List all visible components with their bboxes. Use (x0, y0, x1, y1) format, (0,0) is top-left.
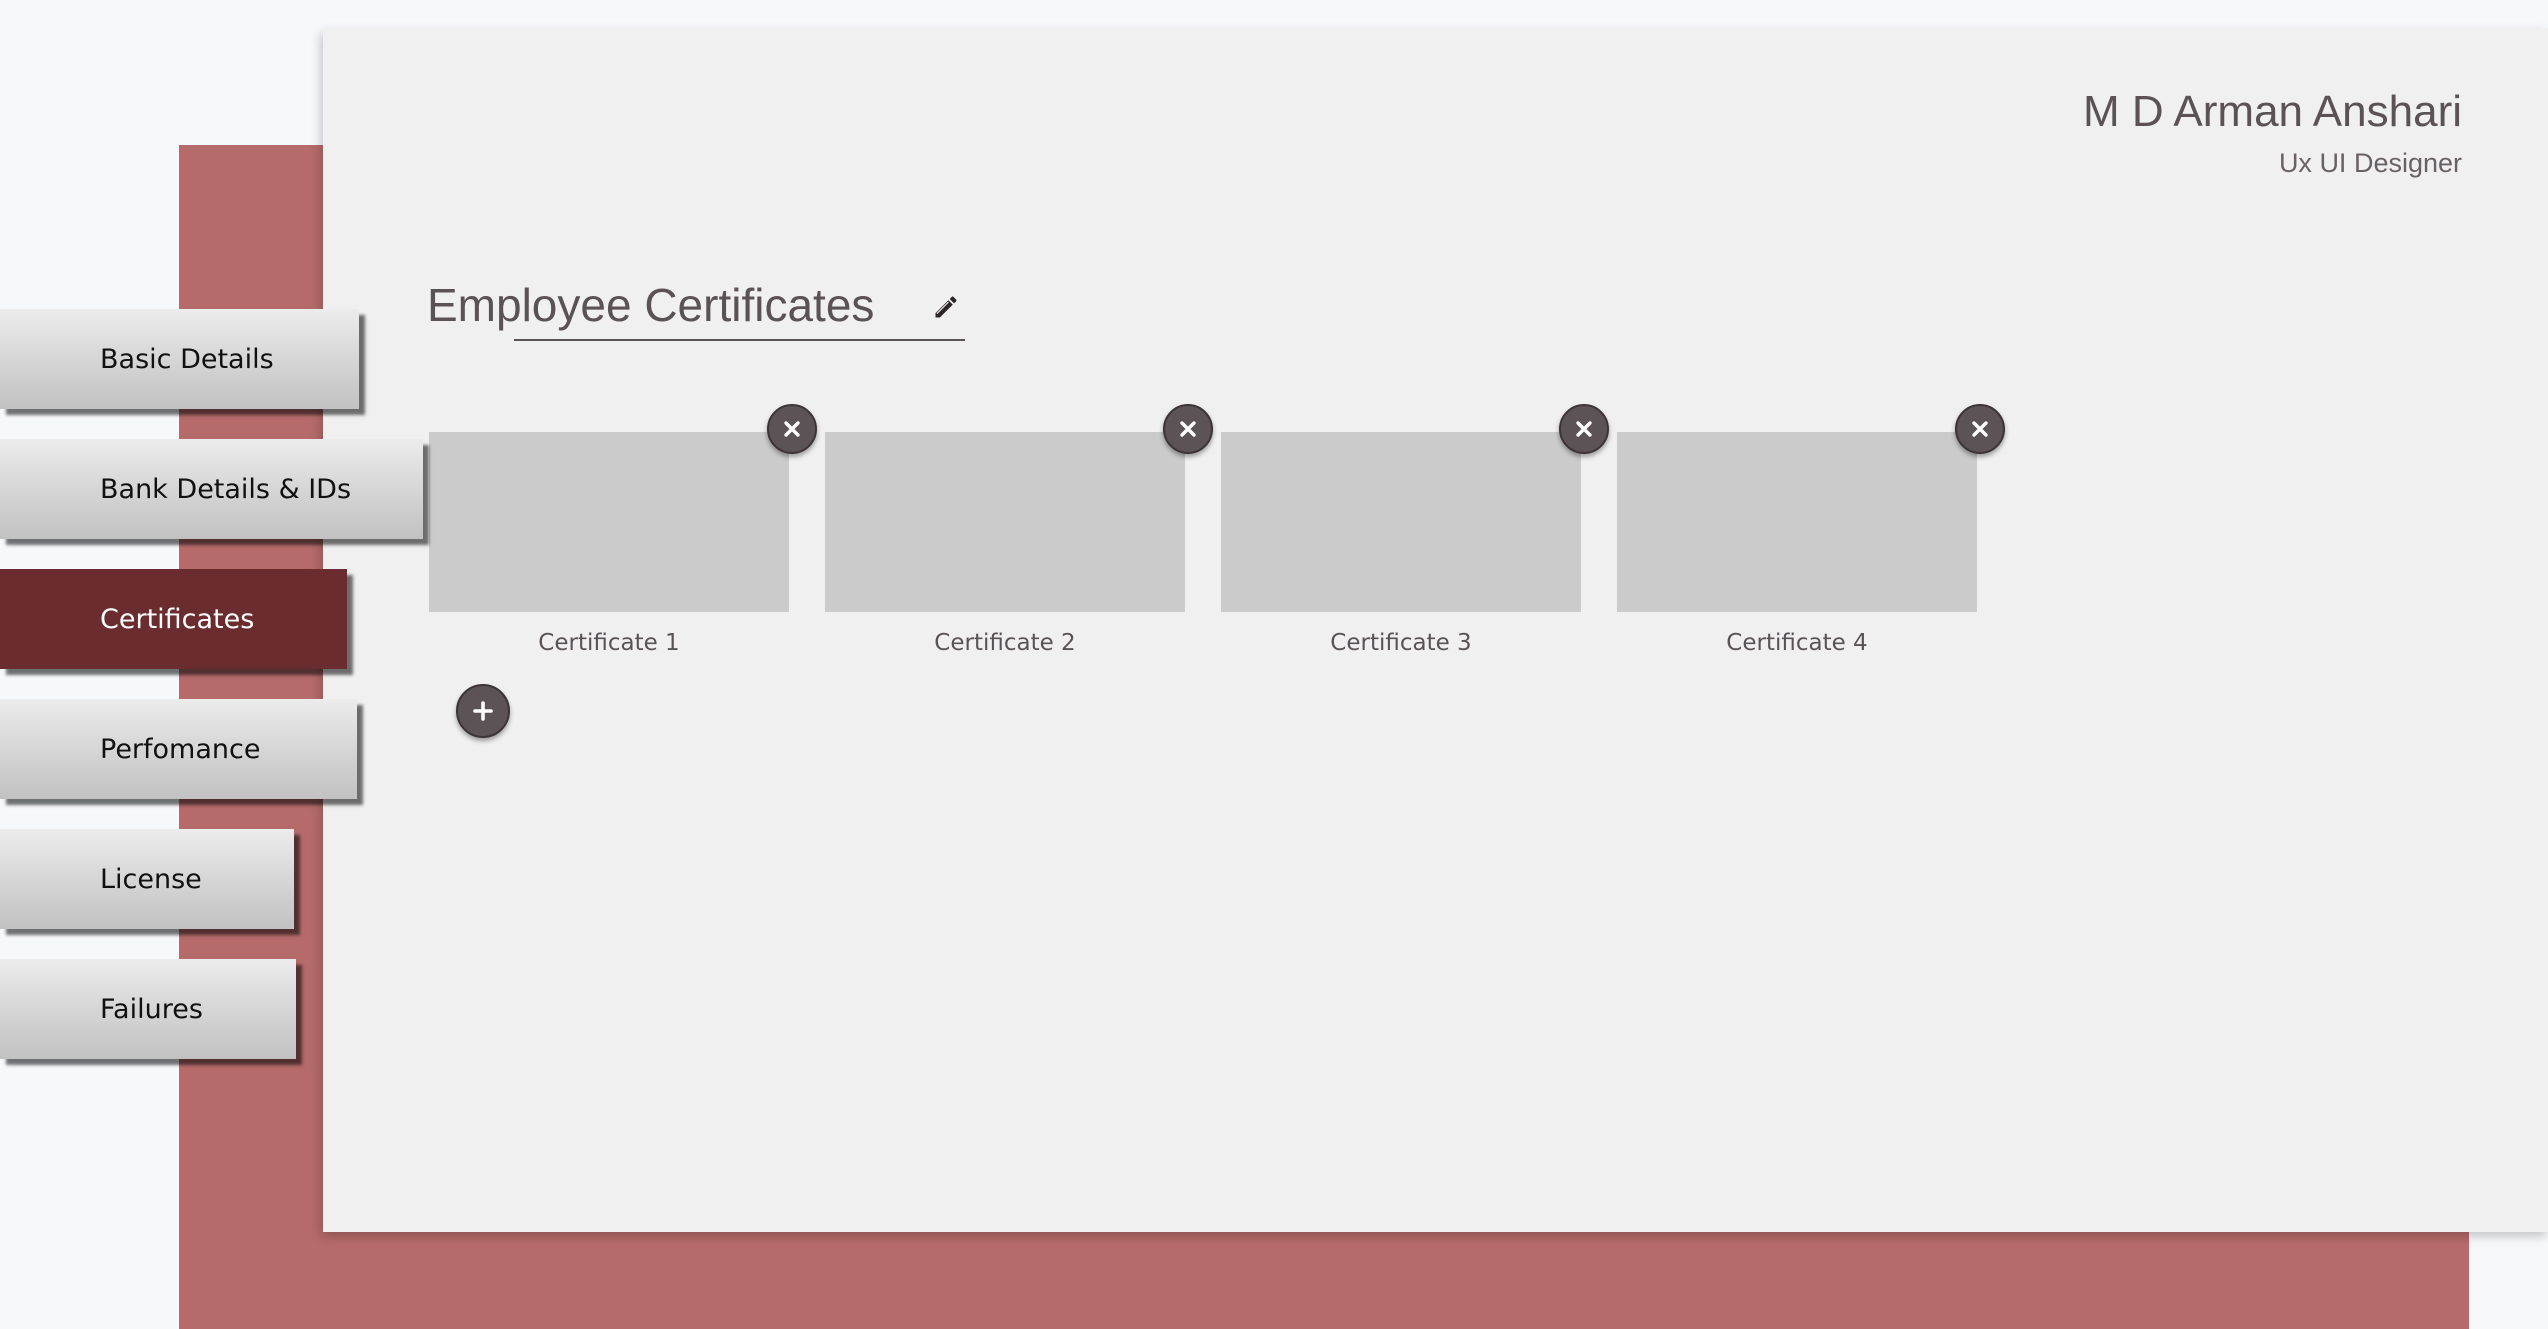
title-underline (514, 339, 965, 341)
user-name: M D Arman Anshari (2082, 87, 2462, 136)
certificate-card-1[interactable]: Certificate 1 (429, 404, 817, 656)
sidebar-item-label: Certificates (100, 603, 255, 635)
certificate-label: Certificate 3 (1330, 630, 1472, 656)
sidebar-item-certificates[interactable]: Certificates (0, 569, 347, 669)
close-icon (1576, 421, 1592, 437)
remove-certificate-button[interactable] (1163, 404, 1213, 454)
sidebar-item-license[interactable]: License (0, 829, 294, 929)
sidebar-item-label: Perfomance (100, 733, 261, 765)
plus-icon (473, 701, 493, 721)
main-card: M D Arman Anshari Ux UI Designer Employe… (323, 29, 2548, 1232)
certificate-thumbnail[interactable] (825, 432, 1185, 612)
close-icon (1180, 421, 1196, 437)
close-icon (1972, 421, 1988, 437)
certificate-thumbnail[interactable] (1221, 432, 1581, 612)
sidebar-item-basic-details[interactable]: Basic Details (0, 309, 359, 409)
sidebar-item-failures[interactable]: Failures (0, 959, 296, 1059)
certificate-thumbnail[interactable] (1617, 432, 1977, 612)
sidebar-item-performance[interactable]: Perfomance (0, 699, 357, 799)
sidebar-item-label: Failures (100, 993, 203, 1025)
close-icon (784, 421, 800, 437)
sidebar-item-bank-details[interactable]: Bank Details & IDs (0, 439, 423, 539)
section-title: Employee Certificates (427, 279, 875, 331)
certificate-card-2[interactable]: Certificate 2 (825, 404, 1213, 656)
add-certificate-button[interactable] (456, 684, 510, 738)
certificate-label: Certificate 1 (538, 630, 680, 656)
remove-certificate-button[interactable] (767, 404, 817, 454)
user-role: Ux UI Designer (2278, 148, 2462, 178)
sidebar-item-label: License (100, 863, 202, 895)
certificate-thumbnail[interactable] (429, 432, 789, 612)
pencil-icon (935, 296, 957, 318)
remove-certificate-button[interactable] (1559, 404, 1609, 454)
sidebar-item-label: Bank Details & IDs (100, 473, 352, 505)
certificate-card-4[interactable]: Certificate 4 (1617, 404, 2005, 656)
sidebar-item-label: Basic Details (100, 343, 274, 375)
edit-title-button[interactable] (927, 288, 965, 326)
certificate-label: Certificate 4 (1726, 630, 1868, 656)
certificate-card-3[interactable]: Certificate 3 (1221, 404, 1609, 656)
remove-certificate-button[interactable] (1955, 404, 2005, 454)
certificate-label: Certificate 2 (934, 630, 1076, 656)
